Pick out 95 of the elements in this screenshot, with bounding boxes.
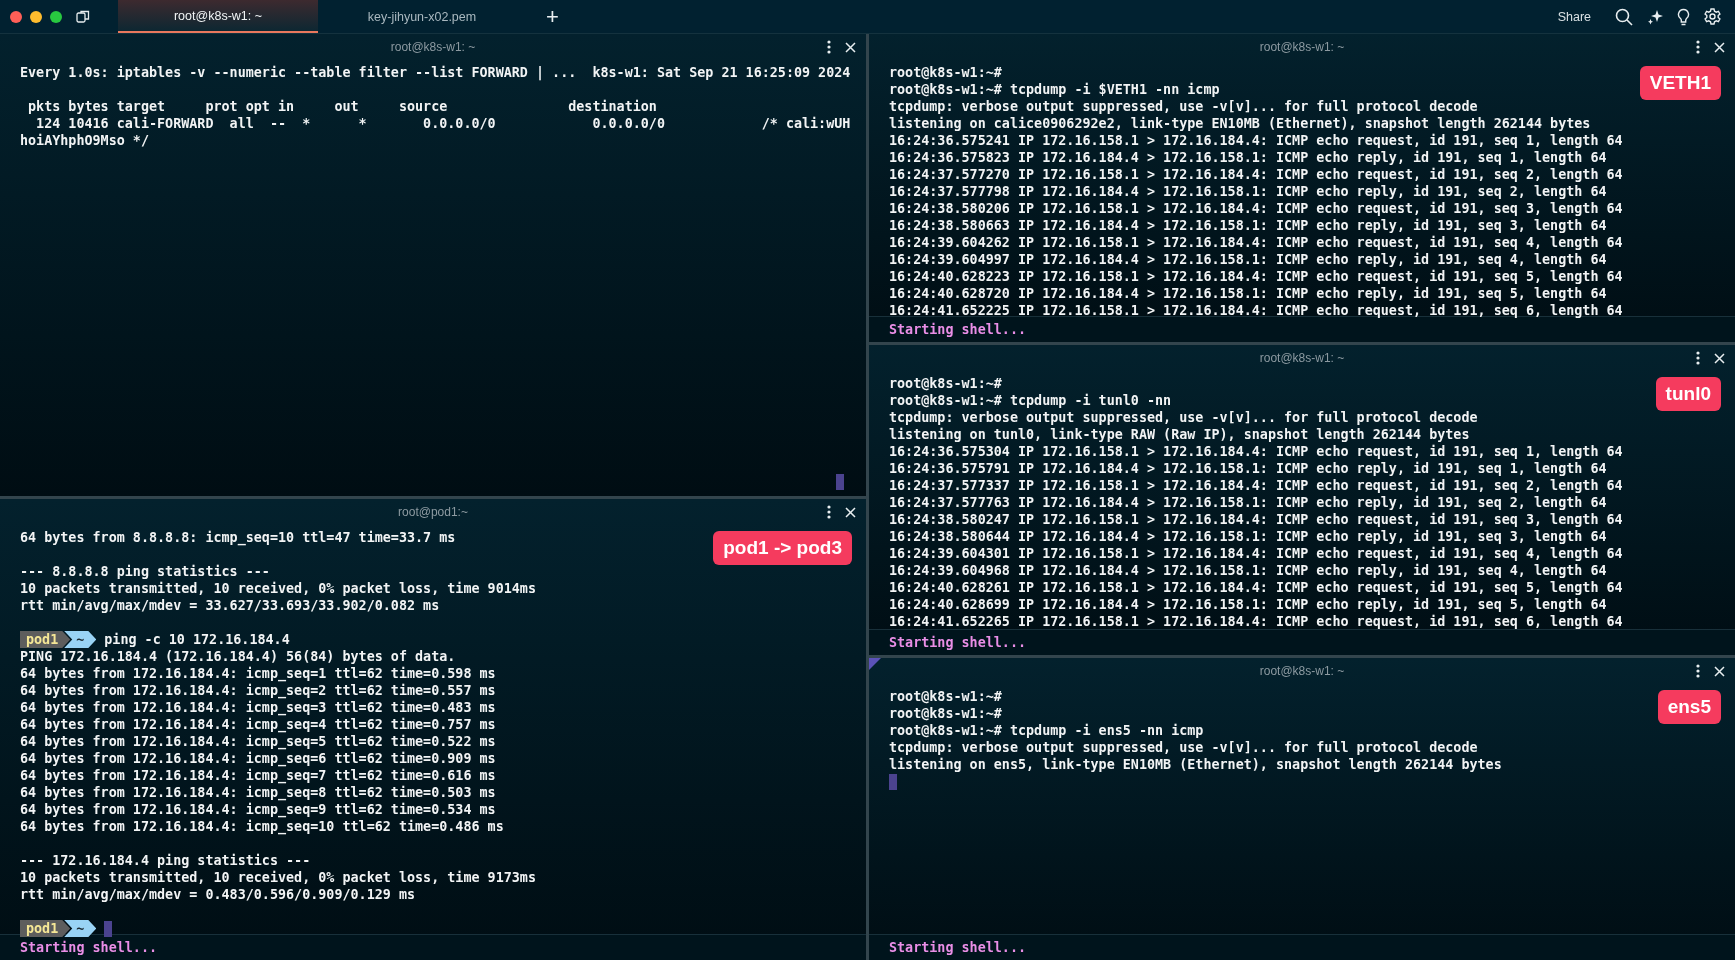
output-line: 16:24:36.575823 IP 172.16.184.4 > 172.16.158.1: ICMP echo reply, id 191, seq 1, length 64 — [889, 149, 1607, 166]
prompt-directory: ~ — [64, 631, 97, 648]
status-text: Starting shell... — [869, 629, 1735, 655]
output-line: root@k8s-w1:~# tcpdump -i $VETH1 -nn icmp — [889, 81, 1220, 98]
output-line: 16:24:39.604301 IP 172.16.158.1 > 172.16.184.4: ICMP echo request, id 191, seq 4, length 64 — [889, 545, 1623, 562]
cursor-block — [889, 773, 897, 790]
tab[interactable]: key-jihyun-x02.pem — [322, 0, 522, 33]
pane-title: root@k8s-w1: ~ — [1259, 40, 1345, 54]
output-line: 64 bytes from 172.16.184.4: icmp_seq=8 ttl=62 time=0.503 ms — [20, 784, 496, 801]
output-line: --- 8.8.8.8 ping statistics --- — [20, 563, 270, 580]
output-line: 16:24:37.577798 IP 172.16.184.4 > 172.16.158.1: ICMP echo reply, id 191, seq 2, length 64 — [889, 183, 1607, 200]
output-line: 16:24:36.575241 IP 172.16.158.1 > 172.16.184.4: ICMP echo request, id 191, seq 1, length 64 — [889, 132, 1623, 149]
output-line: tcpdump: verbose output suppressed, use -v[v]... for full protocol decode — [889, 739, 1478, 756]
output-line: root@k8s-w1:~# — [889, 375, 1002, 392]
output-line: 64 bytes from 172.16.184.4: icmp_seq=2 ttl=62 time=0.557 ms — [20, 682, 496, 699]
output-line: 16:24:36.575791 IP 172.16.184.4 > 172.16.158.1: ICMP echo reply, id 191, seq 1, length 64 — [889, 460, 1607, 477]
settings-icon[interactable] — [1704, 8, 1721, 25]
sparkle-icon[interactable] — [1647, 8, 1663, 25]
output-line: listening on calice0906292e2, link-type EN10MB (Ethernet), snapshot length 262144 bytes — [889, 115, 1591, 132]
output-line: --- 172.16.184.4 ping statistics --- — [20, 852, 311, 869]
maximize-window-button[interactable] — [50, 10, 62, 23]
panels-icon[interactable] — [76, 10, 90, 23]
output-line: 16:24:37.577270 IP 172.16.158.1 > 172.16.184.4: ICMP echo request, id 191, seq 2, length 64 — [889, 166, 1623, 183]
minimize-window-button[interactable] — [30, 10, 42, 23]
pane-title: root@k8s-w1: ~ — [390, 40, 476, 54]
output-line: 16:24:39.604262 IP 172.16.158.1 > 172.16.184.4: ICMP echo request, id 191, seq 4, length 64 — [889, 234, 1623, 251]
output-line: 10 packets transmitted, 10 received, 0% packet loss, time 9173ms — [20, 869, 536, 886]
close-icon[interactable] — [845, 506, 856, 518]
close-icon[interactable] — [845, 41, 856, 53]
tab[interactable]: root@k8s-w1: ~ — [118, 0, 318, 33]
output-line: 64 bytes from 172.16.184.4: icmp_seq=3 ttl=62 time=0.483 ms — [20, 699, 496, 716]
output-line: 16:24:40.628720 IP 172.16.184.4 > 172.16.158.1: ICMP echo reply, id 191, seq 5, length 64 — [889, 285, 1607, 302]
output-line: 16:24:41.652265 IP 172.16.158.1 > 172.16.184.4: ICMP echo request, id 191, seq 6, length 64 — [889, 613, 1623, 630]
more-options-icon[interactable] — [1696, 40, 1700, 54]
share-button[interactable]: Share — [1551, 8, 1597, 25]
output-line: 64 bytes from 172.16.184.4: icmp_seq=5 ttl=62 time=0.522 ms — [20, 733, 496, 750]
output-line: pkts bytes target prot opt in out source destination — [27, 98, 657, 115]
output-line: root@k8s-w1:~# — [889, 64, 1002, 81]
output-line: 124 10416 cali-FORWARD all -- * * 0.0.0.0/0 0.0.0.0/0 /* cali:wUH — [35, 115, 851, 132]
output-line: 16:24:36.575304 IP 172.16.158.1 > 172.16.184.4: ICMP echo request, id 191, seq 1, length 64 — [889, 443, 1623, 460]
output-line: 16:24:40.628699 IP 172.16.184.4 > 172.16.158.1: ICMP echo reply, id 191, seq 5, length 64 — [889, 596, 1607, 613]
status-text: Starting shell... — [869, 934, 1735, 960]
output-line: PING 172.16.184.4 (172.16.184.4) 56(84) bytes of data. — [20, 648, 456, 665]
output-line: listening on tunl0, link-type RAW (Raw IP), snapshot length 262144 bytes — [889, 426, 1470, 443]
output-line: tcpdump: verbose output suppressed, use -v[v]... for full protocol decode — [889, 98, 1478, 115]
output-line: 16:24:37.577337 IP 172.16.158.1 > 172.16.184.4: ICMP echo request, id 191, seq 2, length 64 — [889, 477, 1623, 494]
output-line: Every 1.0s: iptables -v --numeric --table filter --list FORWARD | ... k8s-w1: Sat Sep 21 16:25:09 2024 — [20, 64, 851, 81]
output-line: 64 bytes from 172.16.184.4: icmp_seq=4 ttl=62 time=0.757 ms — [20, 716, 496, 733]
close-icon[interactable] — [1714, 352, 1725, 364]
output-line: 16:24:40.628223 IP 172.16.158.1 > 172.16.184.4: ICMP echo request, id 191, seq 5, length 64 — [889, 268, 1623, 285]
more-options-icon[interactable] — [827, 505, 831, 519]
output-line: 64 bytes from 172.16.184.4: icmp_seq=10 ttl=62 time=0.486 ms — [20, 818, 504, 835]
output-line: 16:24:38.580663 IP 172.16.184.4 > 172.16.158.1: ICMP echo reply, id 191, seq 3, length 64 — [889, 217, 1607, 234]
output-line: root@k8s-w1:~# tcpdump -i ens5 -nn icmp — [889, 722, 1204, 739]
output-line: root@k8s-w1:~# tcpdump -i tunl0 -nn — [889, 392, 1172, 409]
output-line: 64 bytes from 172.16.184.4: icmp_seq=7 ttl=62 time=0.616 ms — [20, 767, 496, 784]
prompt-host: pod1 — [20, 920, 71, 937]
more-options-icon[interactable] — [1696, 351, 1700, 365]
output-line: 10 packets transmitted, 10 received, 0% packet loss, time 9014ms — [20, 580, 536, 597]
close-window-button[interactable] — [10, 10, 22, 23]
output-line: 16:24:41.652225 IP 172.16.158.1 > 172.16.184.4: ICMP echo request, id 191, seq 6, length 64 — [889, 302, 1623, 319]
command-text: ping -c 10 172.16.184.4 — [104, 631, 290, 648]
output-line: 16:24:38.580206 IP 172.16.158.1 > 172.16.184.4: ICMP echo request, id 191, seq 3, length 64 — [889, 200, 1623, 217]
output-line: 64 bytes from 172.16.184.4: icmp_seq=1 ttl=62 time=0.598 ms — [20, 665, 496, 682]
output-line: hoiAYhphO9Mso */ — [20, 132, 149, 149]
pane-title: root@k8s-w1: ~ — [1259, 664, 1345, 678]
annotation-label: VETH1 — [1639, 66, 1721, 100]
output-line: 64 bytes from 8.8.8.8: icmp_seq=10 ttl=47 time=33.7 ms — [20, 529, 456, 546]
close-icon[interactable] — [1714, 41, 1725, 53]
output-line: tcpdump: verbose output suppressed, use -v[v]... for full protocol decode — [889, 409, 1478, 426]
annotation-label: tunl0 — [1655, 377, 1721, 411]
output-line: 16:24:39.604968 IP 172.16.184.4 > 172.16.158.1: ICMP echo reply, id 191, seq 4, length 64 — [889, 562, 1607, 579]
close-icon[interactable] — [1714, 665, 1725, 677]
new-tab-button[interactable]: + — [542, 3, 563, 30]
output-line: root@k8s-w1:~# — [889, 705, 1002, 722]
search-icon[interactable] — [1615, 7, 1633, 26]
output-line: 64 bytes from 172.16.184.4: icmp_seq=9 ttl=62 time=0.534 ms — [20, 801, 496, 818]
more-options-icon[interactable] — [827, 40, 831, 54]
annotation-label: ens5 — [1657, 690, 1721, 724]
pane-title: root@k8s-w1: ~ — [1259, 351, 1345, 365]
output-line: 16:24:37.577763 IP 172.16.184.4 > 172.16.158.1: ICMP echo reply, id 191, seq 2, length 64 — [889, 494, 1607, 511]
output-line: 16:24:38.580247 IP 172.16.158.1 > 172.16.184.4: ICMP echo request, id 191, seq 3, length 64 — [889, 511, 1623, 528]
lightbulb-icon[interactable] — [1677, 7, 1690, 26]
output-line: root@k8s-w1:~# — [889, 688, 1002, 705]
output-line: 16:24:40.628261 IP 172.16.158.1 > 172.16.184.4: ICMP echo request, id 191, seq 5, length 64 — [889, 579, 1623, 596]
output-line: 16:24:38.580644 IP 172.16.184.4 > 172.16.158.1: ICMP echo reply, id 191, seq 3, length 64 — [889, 528, 1607, 545]
output-line: 16:24:39.604997 IP 172.16.184.4 > 172.16.158.1: ICMP echo reply, id 191, seq 4, length 64 — [889, 251, 1607, 268]
annotation-label: pod1 -> pod3 — [713, 531, 852, 565]
output-line: rtt min/avg/max/mdev = 33.627/33.693/33.902/0.082 ms — [20, 597, 440, 614]
output-line: listening on ens5, link-type EN10MB (Ethernet), snapshot length 262144 bytes — [889, 756, 1502, 773]
output-line: rtt min/avg/max/mdev = 0.483/0.596/0.909/0.129 ms — [20, 886, 416, 903]
pane-title: root@pod1:~ — [398, 505, 468, 519]
prompt-directory: ~ — [64, 920, 97, 937]
more-options-icon[interactable] — [1696, 664, 1700, 678]
output-line: 64 bytes from 172.16.184.4: icmp_seq=6 ttl=62 time=0.909 ms — [20, 750, 496, 767]
